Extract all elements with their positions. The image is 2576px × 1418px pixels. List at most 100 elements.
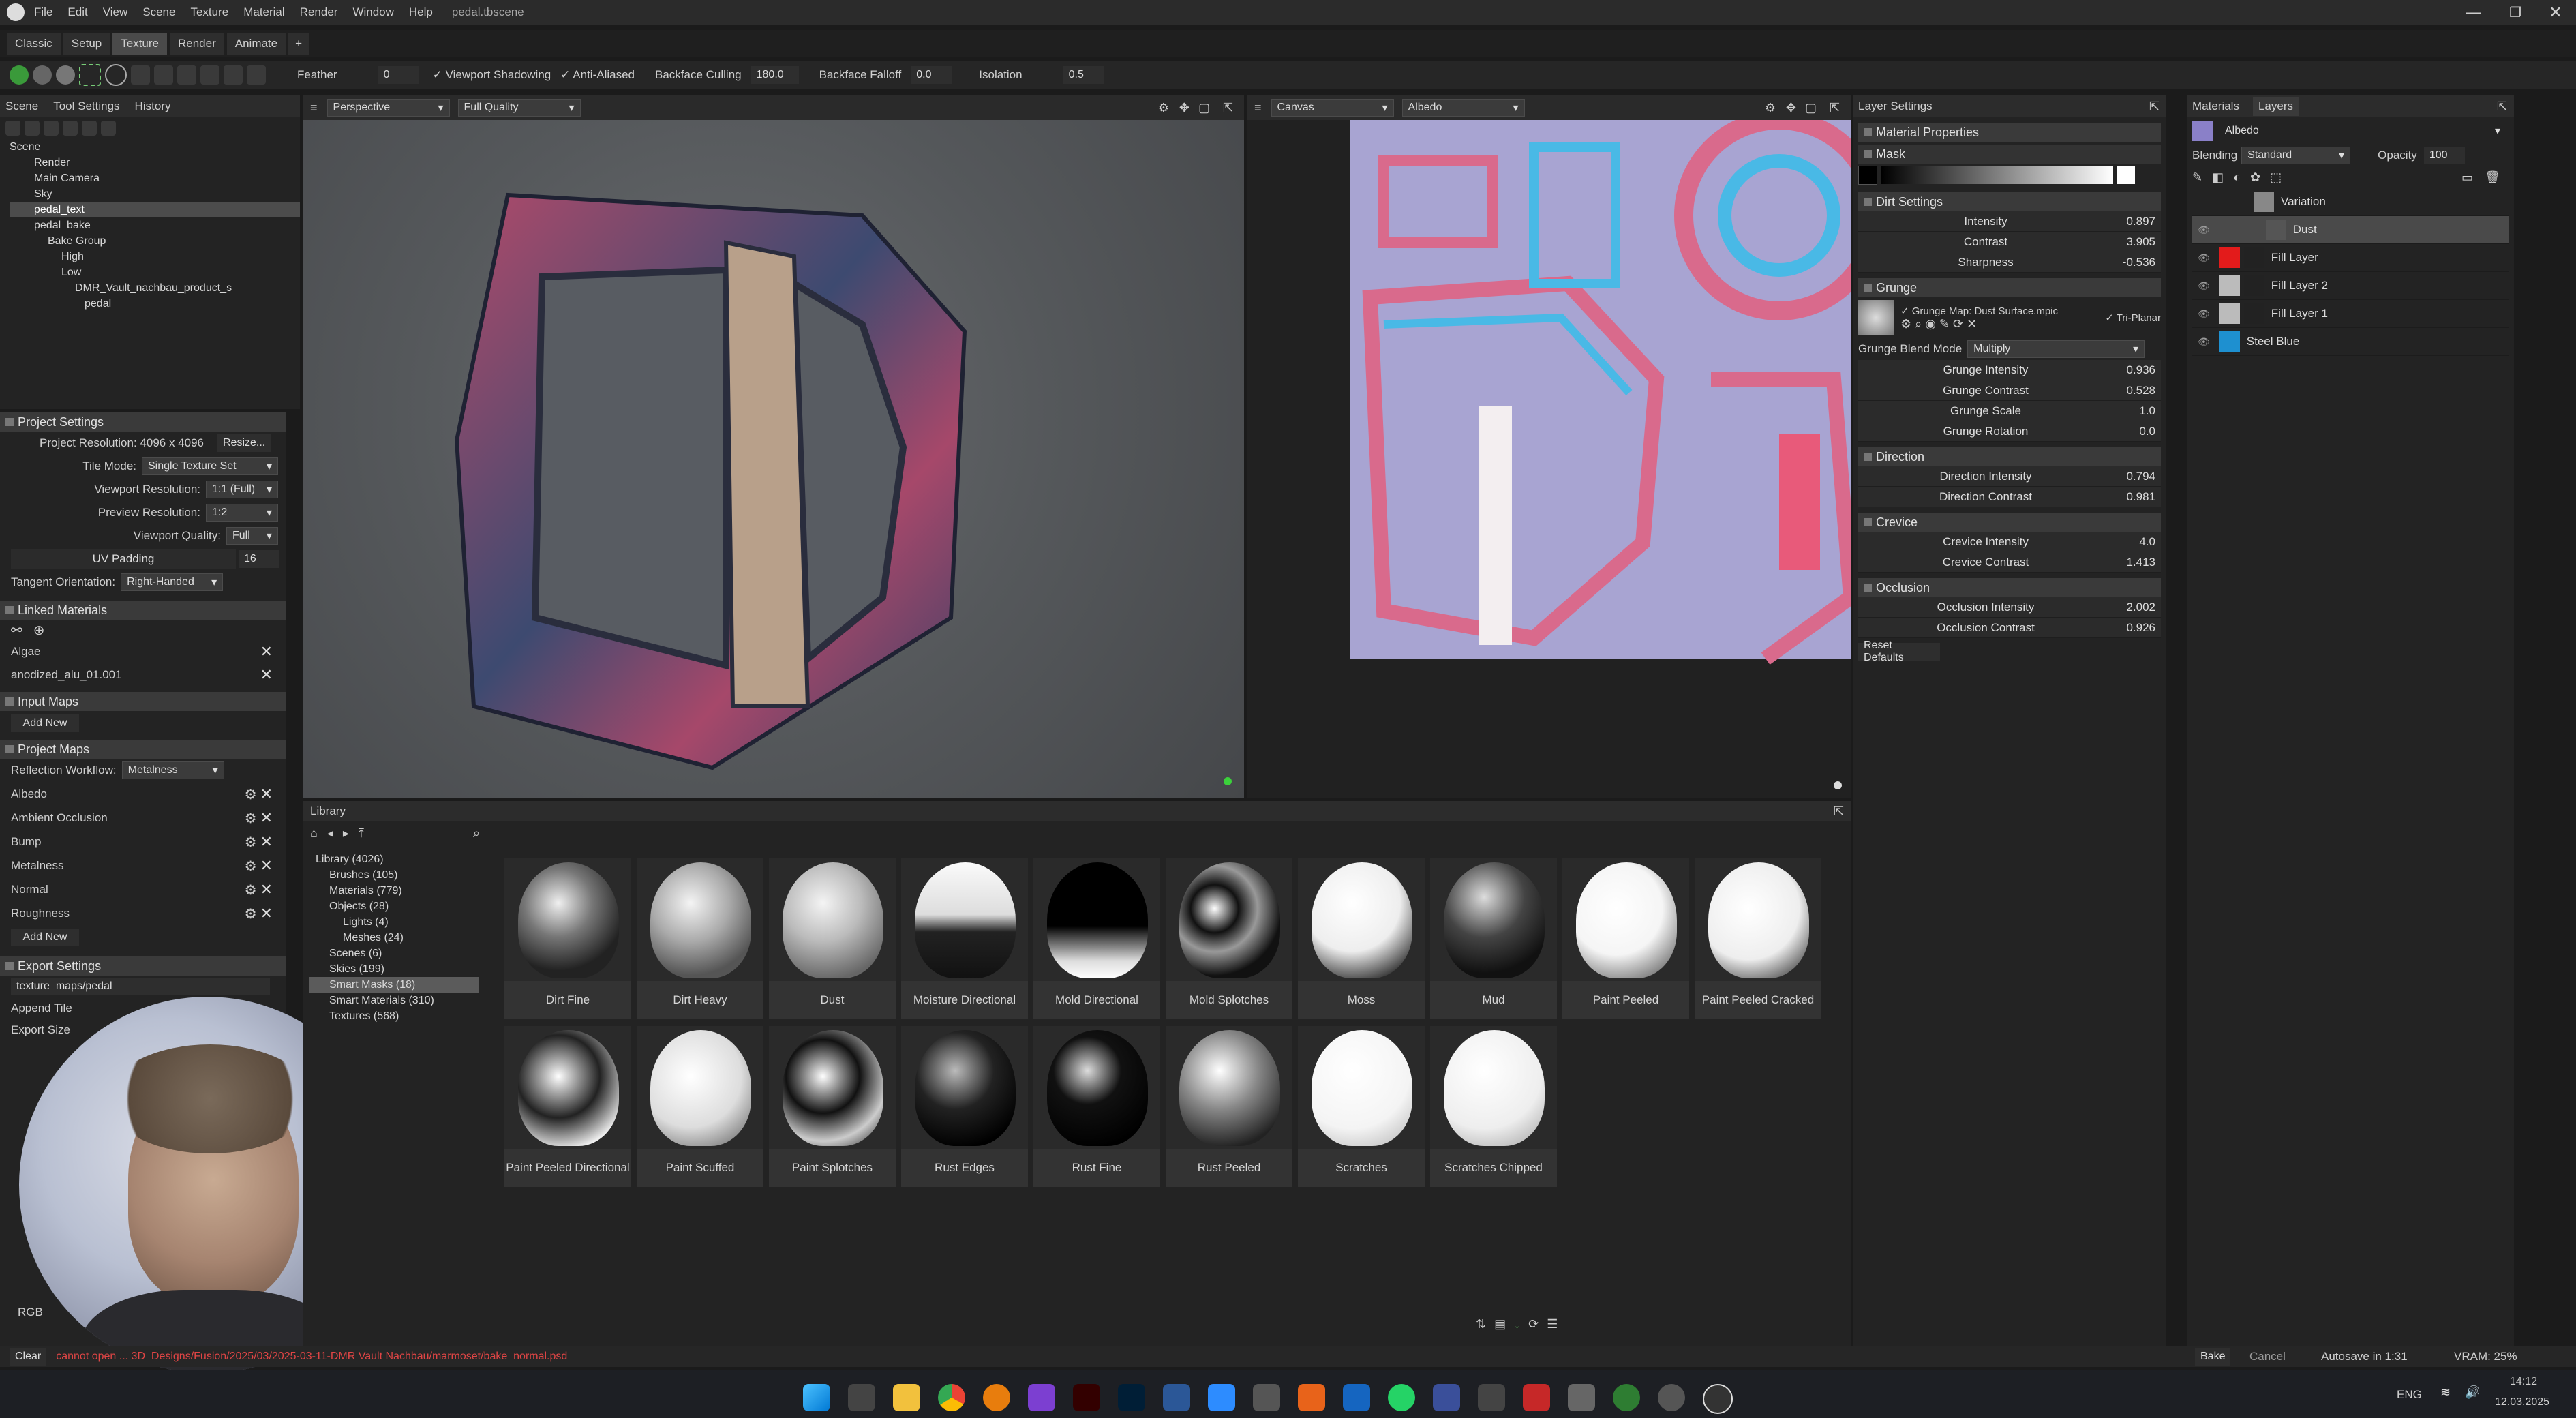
remove-icon[interactable]: ✕ [260,643,273,661]
library-popout-icon[interactable]: ⇱ [1834,804,1844,819]
layer-row[interactable]: 👁 Fill Layer [2192,244,2509,272]
menu-scene[interactable]: Scene [142,5,175,19]
library-tree-item[interactable]: Brushes (105) [309,867,479,883]
task-view-icon[interactable] [848,1384,875,1411]
search-icon[interactable]: ⌕ [473,826,480,841]
library-item[interactable]: Mold Directional [1033,858,1160,1019]
canvas-frame-icon[interactable]: ▢ [1805,101,1817,115]
tab-render[interactable]: Render [169,33,224,55]
cube-icon[interactable] [224,65,243,85]
direction-header[interactable]: Direction [1858,447,2161,466]
bake-button[interactable]: Bake [2195,1348,2231,1366]
library-tree-item[interactable]: Objects (28) [309,899,479,914]
viewport-shadowing-checkbox[interactable]: ✓ Viewport Shadowing [433,68,551,82]
maximize-icon[interactable]: ❐ [2509,4,2521,21]
procedural-icon[interactable]: ✿ [2250,170,2260,185]
viewport-resolution-dropdown[interactable]: 1:1 (Full) [206,481,278,498]
library-item[interactable]: Dirt Fine [504,858,631,1019]
library-item[interactable]: Paint Scuffed [637,1026,763,1187]
mask-gradient[interactable] [1881,166,2113,184]
resize-button[interactable]: Resize... [217,434,271,452]
file-explorer-icon[interactable] [893,1384,920,1411]
paint-mode-icon[interactable] [10,65,29,85]
viewport-quality-dropdown[interactable]: Full [226,527,278,545]
opacity-value[interactable]: 100 [2423,147,2465,164]
tab-classic[interactable]: Classic [7,33,61,55]
tree-item[interactable]: Main Camera [10,170,300,186]
uv-padding-slider[interactable]: UV Padding [11,549,236,569]
app-icon[interactable] [1523,1384,1550,1411]
menu-help[interactable]: Help [409,5,433,19]
reset-defaults-button[interactable]: Reset Defaults [1858,639,1940,663]
canvas-channel-dropdown[interactable]: Albedo [1401,99,1525,117]
export-settings-header[interactable]: Export Settings [0,956,286,976]
menu-render[interactable]: Render [300,5,338,19]
adjustment-icon[interactable]: ◐ [2233,170,2241,185]
project-maps-header[interactable]: Project Maps [0,740,286,759]
project-settings-header[interactable]: Project Settings [0,412,286,432]
project-map-row[interactable]: Bump ⚙ ✕ [0,830,286,854]
list-view-icon[interactable]: ☰ [1547,1317,1558,1331]
project-map-row[interactable]: Metalness ⚙ ✕ [0,854,286,877]
mask-white-swatch[interactable] [2117,166,2135,184]
layer-row[interactable]: Variation [2192,188,2509,216]
contrast-slider[interactable]: Contrast 3.905 [1858,232,2161,252]
app-icon[interactable] [1613,1384,1640,1411]
preview-resolution-dropdown[interactable]: 1:2 [206,504,278,522]
tab-scene[interactable]: Scene [5,100,38,113]
crevice-contrast-slider[interactable]: Crevice Contrast 1.413 [1858,552,2161,573]
menu-edit[interactable]: Edit [67,5,87,19]
app-icon[interactable] [1433,1384,1460,1411]
direction-intensity-slider[interactable]: Direction Intensity 0.794 [1858,466,2161,487]
crevice-header[interactable]: Crevice [1858,513,2161,532]
wifi-icon[interactable]: ≋ [2440,1385,2451,1400]
viewport-popout-icon[interactable]: ⇱ [1223,101,1233,115]
back-icon[interactable]: ◂ [327,826,333,841]
library-item[interactable]: Paint Peeled [1562,858,1689,1019]
remove-icon[interactable]: ✕ [260,881,273,898]
library-item[interactable]: Rust Edges [901,1026,1028,1187]
viewport-settings-icon[interactable]: ⚙ [1158,101,1169,115]
tab-animate[interactable]: Animate [226,33,286,55]
grunge-thumbnail[interactable] [1858,300,1894,335]
add-object-icon[interactable] [5,121,20,136]
library-tree-item[interactable]: Meshes (24) [309,930,479,946]
menu-window[interactable]: Window [352,5,393,19]
folder-icon[interactable]: ▭ [2461,170,2473,185]
backface-falloff-value[interactable]: 0.0 [911,66,952,84]
canvas-mode-dropdown[interactable]: Canvas [1271,99,1394,117]
whatsapp-icon[interactable] [1388,1384,1415,1411]
grunge-map-tools[interactable]: ⚙ ⌕ ◉ ✎ ⟳ ✕ [1900,317,2058,331]
layer-row-selected[interactable]: 👁 Dust [2192,216,2509,244]
tri-planar-checkbox[interactable]: ✓ Tri-Planar [2105,312,2161,324]
add-group-icon[interactable] [63,121,78,136]
grunge-header[interactable]: Grunge [1858,278,2161,297]
tree-item[interactable]: Sky [10,186,300,202]
canvas-settings-icon[interactable]: ⚙ [1765,101,1776,115]
tree-item[interactable]: pedal_bake [10,217,300,233]
layer-row[interactable]: 👁 Fill Layer 1 [2192,300,2509,328]
project-map-row[interactable]: Normal ⚙ ✕ [0,877,286,901]
uv-padding-value[interactable]: 16 [239,550,279,568]
link-icon[interactable]: ⚯ [11,622,22,639]
sharpness-slider[interactable]: Sharpness -0.536 [1858,252,2161,273]
remove-icon[interactable]: ✕ [260,809,273,826]
viewport-3d[interactable]: ≡ Perspective Full Quality ⚙ ✥ ▢ ⇱ [303,95,1244,798]
project-map-row[interactable]: Ambient Occlusion ⚙ ✕ [0,806,286,830]
grunge-blend-dropdown[interactable]: Multiply [1967,340,2145,358]
library-item[interactable]: Dirt Heavy [637,858,763,1019]
tree-item[interactable]: pedal [10,296,300,312]
grunge-rotation-slider[interactable]: Grunge Rotation 0.0 [1858,421,2161,442]
add-tab-button[interactable]: + [288,33,309,55]
library-item[interactable]: Paint Peeled Cracked [1695,858,1821,1019]
tree-item[interactable]: Bake Group [10,233,300,249]
polygon-lasso-icon[interactable] [154,65,173,85]
library-item[interactable]: Rust Peeled [1166,1026,1292,1187]
tree-item[interactable]: High [10,249,300,265]
minimize-icon[interactable]: — [2466,3,2481,21]
visibility-eye-icon[interactable]: 👁 [2198,280,2210,292]
close-icon[interactable]: ✕ [2549,3,2562,22]
visibility-eye-icon[interactable]: 👁 [2198,308,2210,320]
tab-setup[interactable]: Setup [63,33,110,55]
visibility-eye-icon[interactable]: 👁 [2198,224,2210,236]
